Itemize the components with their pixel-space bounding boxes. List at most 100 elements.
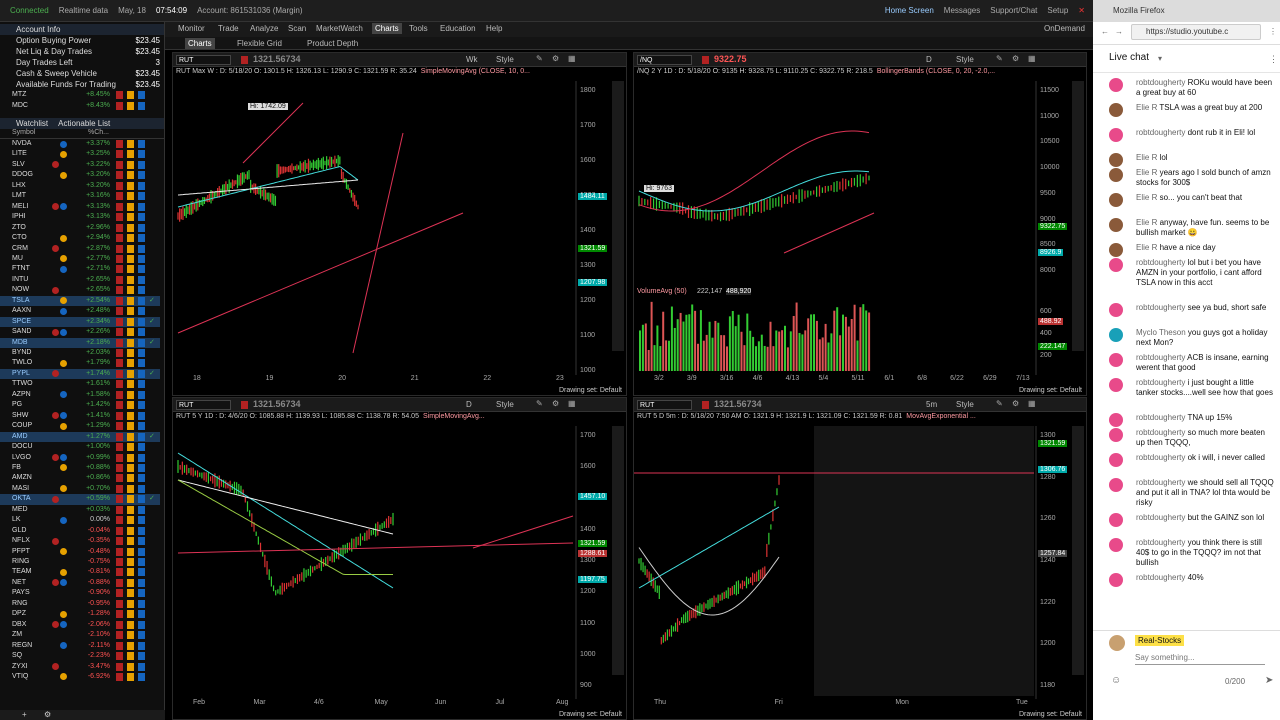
link-icon[interactable] — [241, 401, 248, 409]
pencil-icon[interactable]: ✎ — [536, 54, 543, 63]
chat-message[interactable]: robtdougherty but the GAINZ son lol — [1109, 513, 1279, 538]
link-icon[interactable] — [702, 401, 709, 409]
table-row[interactable]: MU +2.77% — [0, 254, 160, 264]
table-row[interactable]: LITE +3.25% — [0, 149, 160, 159]
list-item[interactable]: MTZ +8.45% — [0, 90, 160, 100]
table-row[interactable]: LVGO +0.99% — [0, 453, 160, 463]
list-item[interactable]: MDC +8.43% — [0, 101, 160, 111]
subtab-flexible-grid[interactable]: Flexible Grid — [237, 39, 282, 48]
style-menu[interactable]: Style — [496, 55, 514, 64]
table-row[interactable]: AMZN +0.86% — [0, 473, 160, 483]
chat-message[interactable]: robtdougherty ok i will, i never called — [1109, 453, 1279, 478]
table-row[interactable]: MASI +0.70% — [0, 484, 160, 494]
subtab-charts[interactable]: Charts — [185, 38, 215, 49]
table-row[interactable]: ZM -2.10% — [0, 630, 160, 640]
table-row[interactable]: PYPL +1.74% ✓ — [0, 368, 160, 380]
tab-actionable-list[interactable]: Actionable List — [58, 118, 110, 129]
chart-rut-weekly[interactable]: RUT 1321.56734 Wk Style ✎ ⚙ ▦ RUT Max W : D: 5/… — [172, 52, 627, 396]
drawing-set-label[interactable]: Drawing set: Default — [1019, 711, 1082, 718]
table-row[interactable]: SHW +1.41% — [0, 411, 160, 421]
aggregation-selector[interactable]: Wk — [466, 55, 478, 64]
table-row[interactable]: TWLO +1.79% — [0, 358, 160, 368]
grid-icon[interactable]: ▦ — [1028, 399, 1036, 408]
chat-message[interactable]: robtdougherty so much more beaten up the… — [1109, 428, 1279, 453]
study-label[interactable]: MovAvgExponential ... — [906, 413, 976, 420]
table-row[interactable]: COUP +1.29% — [0, 421, 160, 431]
more-icon[interactable]: ⋮ — [1269, 54, 1278, 65]
messages-button[interactable]: Messages — [944, 6, 980, 15]
table-row[interactable]: SQ -2.23% — [0, 651, 160, 661]
chat-message[interactable]: Elie R anyway, have fun. seems to be bul… — [1109, 218, 1279, 243]
tab-charts[interactable]: Charts — [372, 23, 402, 34]
table-row[interactable]: VTIQ -6.92% — [0, 672, 160, 682]
symbol-input[interactable]: /NQ — [637, 55, 692, 65]
style-menu[interactable]: Style — [956, 400, 974, 409]
table-row[interactable]: CRM +2.87% — [0, 244, 160, 254]
chat-input[interactable]: Say something... — [1135, 653, 1265, 665]
back-icon[interactable]: ← — [1101, 27, 1109, 36]
aggregation-selector[interactable]: D — [926, 55, 932, 64]
study-label[interactable]: SimpleMovingAvg (CLOSE, 10, 0... — [421, 68, 530, 75]
drawing-set-label[interactable]: Drawing set: Default — [559, 387, 622, 394]
aggregation-selector[interactable]: 5m — [926, 400, 937, 409]
table-row[interactable]: CTO +2.94% — [0, 233, 160, 243]
table-row[interactable]: SLV +3.22% — [0, 160, 160, 170]
table-row[interactable]: AMD +1.27% ✓ — [0, 431, 160, 442]
table-row[interactable]: REGN -2.11% — [0, 641, 160, 651]
gear-icon[interactable]: ⚙ — [1012, 54, 1019, 63]
chart-rut-5y-daily[interactable]: RUT 1321.56734 D Style ✎ ⚙ ▦ RUT 5 Y 1D : D: 4/… — [172, 397, 627, 720]
chart-side-toolbar[interactable] — [612, 81, 624, 351]
tab-help[interactable]: Help — [486, 24, 502, 33]
table-row[interactable]: LMT +3.16% — [0, 191, 160, 201]
chat-message[interactable]: robtdougherty 40% — [1109, 573, 1279, 588]
chat-message[interactable]: Elie R years ago I sold bunch of amzn st… — [1109, 168, 1279, 193]
tab-analyze[interactable]: Analyze — [250, 24, 278, 33]
tab-watchlist[interactable]: Watchlist — [16, 118, 48, 129]
chat-message[interactable]: robtdougherty lol but i bet you have AMZ… — [1109, 258, 1279, 303]
chat-message[interactable]: robtdougherty TNA up 15% — [1109, 413, 1279, 428]
chat-message[interactable]: robtdougherty we should sell all TQQQ an… — [1109, 478, 1279, 513]
chat-message[interactable]: Elie R so... you can't beat that — [1109, 193, 1279, 218]
table-row[interactable]: GLD -0.04% — [0, 526, 160, 536]
table-row[interactable]: NOW +2.65% — [0, 285, 160, 295]
table-row[interactable]: DOCU +1.00% — [0, 442, 160, 452]
table-row[interactable]: DPZ -1.28% — [0, 609, 160, 619]
table-row[interactable]: MED +0.03% — [0, 505, 160, 515]
table-row[interactable]: SAND +2.26% — [0, 327, 160, 337]
drawing-set-label[interactable]: Drawing set: Default — [559, 711, 622, 718]
style-menu[interactable]: Style — [956, 55, 974, 64]
chat-message[interactable]: Elie R TSLA was a great buy at 200 — [1109, 103, 1279, 128]
col-percent-change[interactable]: %Ch... — [88, 129, 109, 136]
chat-message[interactable]: robtdougherty you think there is still 4… — [1109, 538, 1279, 573]
chat-message[interactable]: Elie R lol — [1109, 153, 1279, 168]
symbol-input[interactable]: RUT — [176, 55, 231, 65]
forward-icon[interactable]: → — [1115, 27, 1123, 36]
tab-marketwatch[interactable]: MarketWatch — [316, 24, 363, 33]
tab-scan[interactable]: Scan — [288, 24, 306, 33]
chart-side-toolbar[interactable] — [1072, 81, 1084, 351]
table-row[interactable]: MELI +3.13% — [0, 202, 160, 212]
table-row[interactable]: TEAM -0.81% — [0, 567, 160, 577]
setup-button[interactable]: Setup — [1047, 6, 1068, 15]
add-icon[interactable]: + — [22, 710, 27, 719]
table-row[interactable]: OKTA +0.59% ✓ — [0, 494, 160, 505]
tab-education[interactable]: Education — [440, 24, 476, 33]
subtab-product-depth[interactable]: Product Depth — [307, 39, 358, 48]
grid-icon[interactable]: ▦ — [1028, 54, 1036, 63]
live-chat-title[interactable]: Live chat — [1109, 52, 1149, 63]
table-row[interactable]: LK 0.00% — [0, 515, 160, 525]
chart-rut-5m[interactable]: RUT 1321.56734 5m Style ✎ ⚙ ▦ RUT 5 D 5m : D: 5… — [633, 397, 1087, 720]
emoji-icon[interactable]: ☺ — [1111, 675, 1121, 686]
table-row[interactable]: TTWO +1.61% — [0, 379, 160, 389]
table-row[interactable]: SPCE +2.34% ✓ — [0, 316, 160, 328]
chat-message[interactable]: robtdougherty dont rub it in Eli! lol — [1109, 128, 1279, 153]
pencil-icon[interactable]: ✎ — [996, 54, 1003, 63]
volume-study-label[interactable]: VolumeAvg (50) — [637, 288, 687, 295]
style-menu[interactable]: Style — [496, 400, 514, 409]
table-row[interactable]: NVDA +3.37% — [0, 139, 160, 149]
table-row[interactable]: PG +1.42% — [0, 400, 160, 410]
url-bar[interactable]: https://studio.youtube.c — [1131, 24, 1261, 40]
table-row[interactable]: DBX -2.06% — [0, 620, 160, 630]
table-row[interactable]: ZTO +2.96% — [0, 223, 160, 233]
table-row[interactable]: LHX +3.20% — [0, 181, 160, 191]
